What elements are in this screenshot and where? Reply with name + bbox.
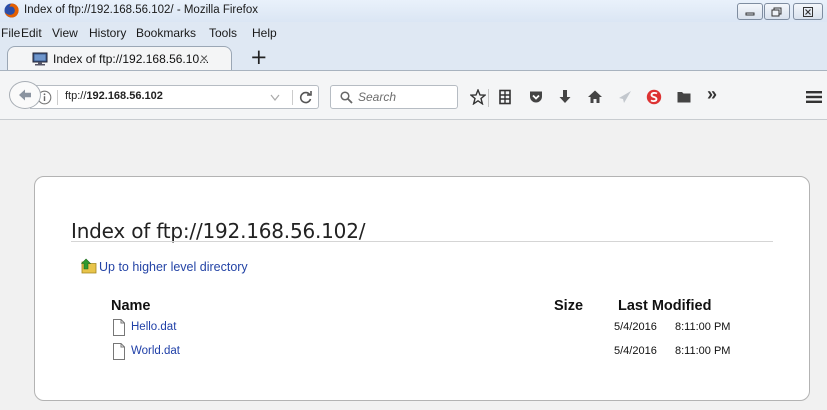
url-separator	[57, 90, 58, 105]
file-row: Hello.dat 5/4/2016 8:11:00 PM	[111, 319, 761, 337]
menu-help[interactable]: Help	[252, 26, 277, 40]
title-divider	[71, 241, 773, 242]
url-bar[interactable]: ftp://192.168.56.102	[30, 85, 319, 109]
file-date: 5/4/2016	[614, 345, 657, 357]
close-window-button[interactable]	[793, 3, 823, 20]
back-arrow-icon	[19, 89, 31, 101]
page-title: Index of ftp://192.168.56.102/	[71, 219, 366, 243]
file-icon	[113, 343, 125, 360]
home-icon[interactable]	[587, 89, 603, 105]
pocket-icon[interactable]	[528, 89, 544, 105]
menu-icon[interactable]	[806, 90, 822, 104]
send-icon[interactable]	[617, 89, 633, 105]
window-titlebar: Index of ftp://192.168.56.102/ - Mozilla…	[0, 0, 827, 22]
menu-history[interactable]: History	[89, 26, 126, 40]
column-header-size[interactable]: Size	[554, 298, 583, 314]
page-content: Index of ftp://192.168.56.102/ Up to hig…	[0, 120, 827, 410]
file-row: World.dat 5/4/2016 8:11:00 PM	[111, 343, 761, 361]
file-date: 5/4/2016	[614, 321, 657, 333]
minimize-icon	[745, 12, 755, 16]
file-time: 8:11:00 PM	[675, 345, 731, 357]
download-icon[interactable]	[557, 89, 573, 105]
folder-up-icon	[81, 258, 97, 274]
maximize-button[interactable]	[764, 3, 790, 20]
folder-icon[interactable]	[676, 89, 692, 105]
file-time: 8:11:00 PM	[675, 321, 731, 333]
directory-listing-panel: Index of ftp://192.168.56.102/ Up to hig…	[34, 176, 810, 401]
search-bar[interactable]: Search	[330, 85, 458, 109]
menu-bar: File Edit View History Bookmarks Tools H…	[0, 22, 827, 42]
search-placeholder: Search	[358, 90, 397, 104]
url-text[interactable]: ftp://192.168.56.102	[65, 90, 163, 102]
star-icon[interactable]	[470, 89, 486, 105]
new-tab-button[interactable]: +	[250, 45, 268, 69]
tab-close-icon[interactable]: ×	[200, 50, 208, 66]
up-directory-label: Up to higher level directory	[99, 260, 248, 274]
menu-bookmarks[interactable]: Bookmarks	[136, 26, 196, 40]
reload-icon[interactable]	[298, 89, 314, 105]
stylish-icon[interactable]	[646, 89, 662, 105]
monitor-icon	[32, 52, 48, 66]
url-prefix: ftp://	[65, 90, 87, 102]
tab-active[interactable]: Index of ftp://192.168.56.10... ×	[7, 46, 232, 71]
back-button[interactable]	[9, 81, 41, 109]
file-icon	[113, 319, 125, 336]
history-dropdown-icon[interactable]	[270, 94, 280, 102]
firefox-icon	[4, 3, 19, 18]
window-title: Index of ftp://192.168.56.102/ - Mozilla…	[24, 4, 258, 16]
search-icon	[340, 91, 353, 104]
toolbar-separator	[488, 89, 489, 107]
file-link[interactable]: Hello.dat	[131, 321, 176, 333]
reading-list-icon[interactable]	[497, 89, 513, 105]
tab-strip: Index of ftp://192.168.56.10... × +	[0, 42, 827, 71]
menu-file[interactable]: File	[1, 26, 20, 40]
menu-view[interactable]: View	[52, 26, 78, 40]
navigation-toolbar: ftp://192.168.56.102 Search »	[0, 70, 827, 120]
minimize-button[interactable]	[737, 3, 763, 20]
tab-title: Index of ftp://192.168.56.10...	[53, 52, 210, 66]
file-link[interactable]: World.dat	[131, 345, 180, 357]
maximize-icon	[771, 7, 782, 17]
column-header-last-modified[interactable]: Last Modified	[618, 298, 711, 314]
url-host: 192.168.56.102	[86, 90, 163, 102]
column-header-name[interactable]: Name	[111, 298, 151, 314]
menu-tools[interactable]: Tools	[209, 26, 237, 40]
url-separator-2	[292, 90, 293, 105]
close-icon	[803, 7, 813, 17]
menu-edit[interactable]: Edit	[21, 26, 42, 40]
overflow-icon[interactable]: »	[707, 84, 717, 105]
